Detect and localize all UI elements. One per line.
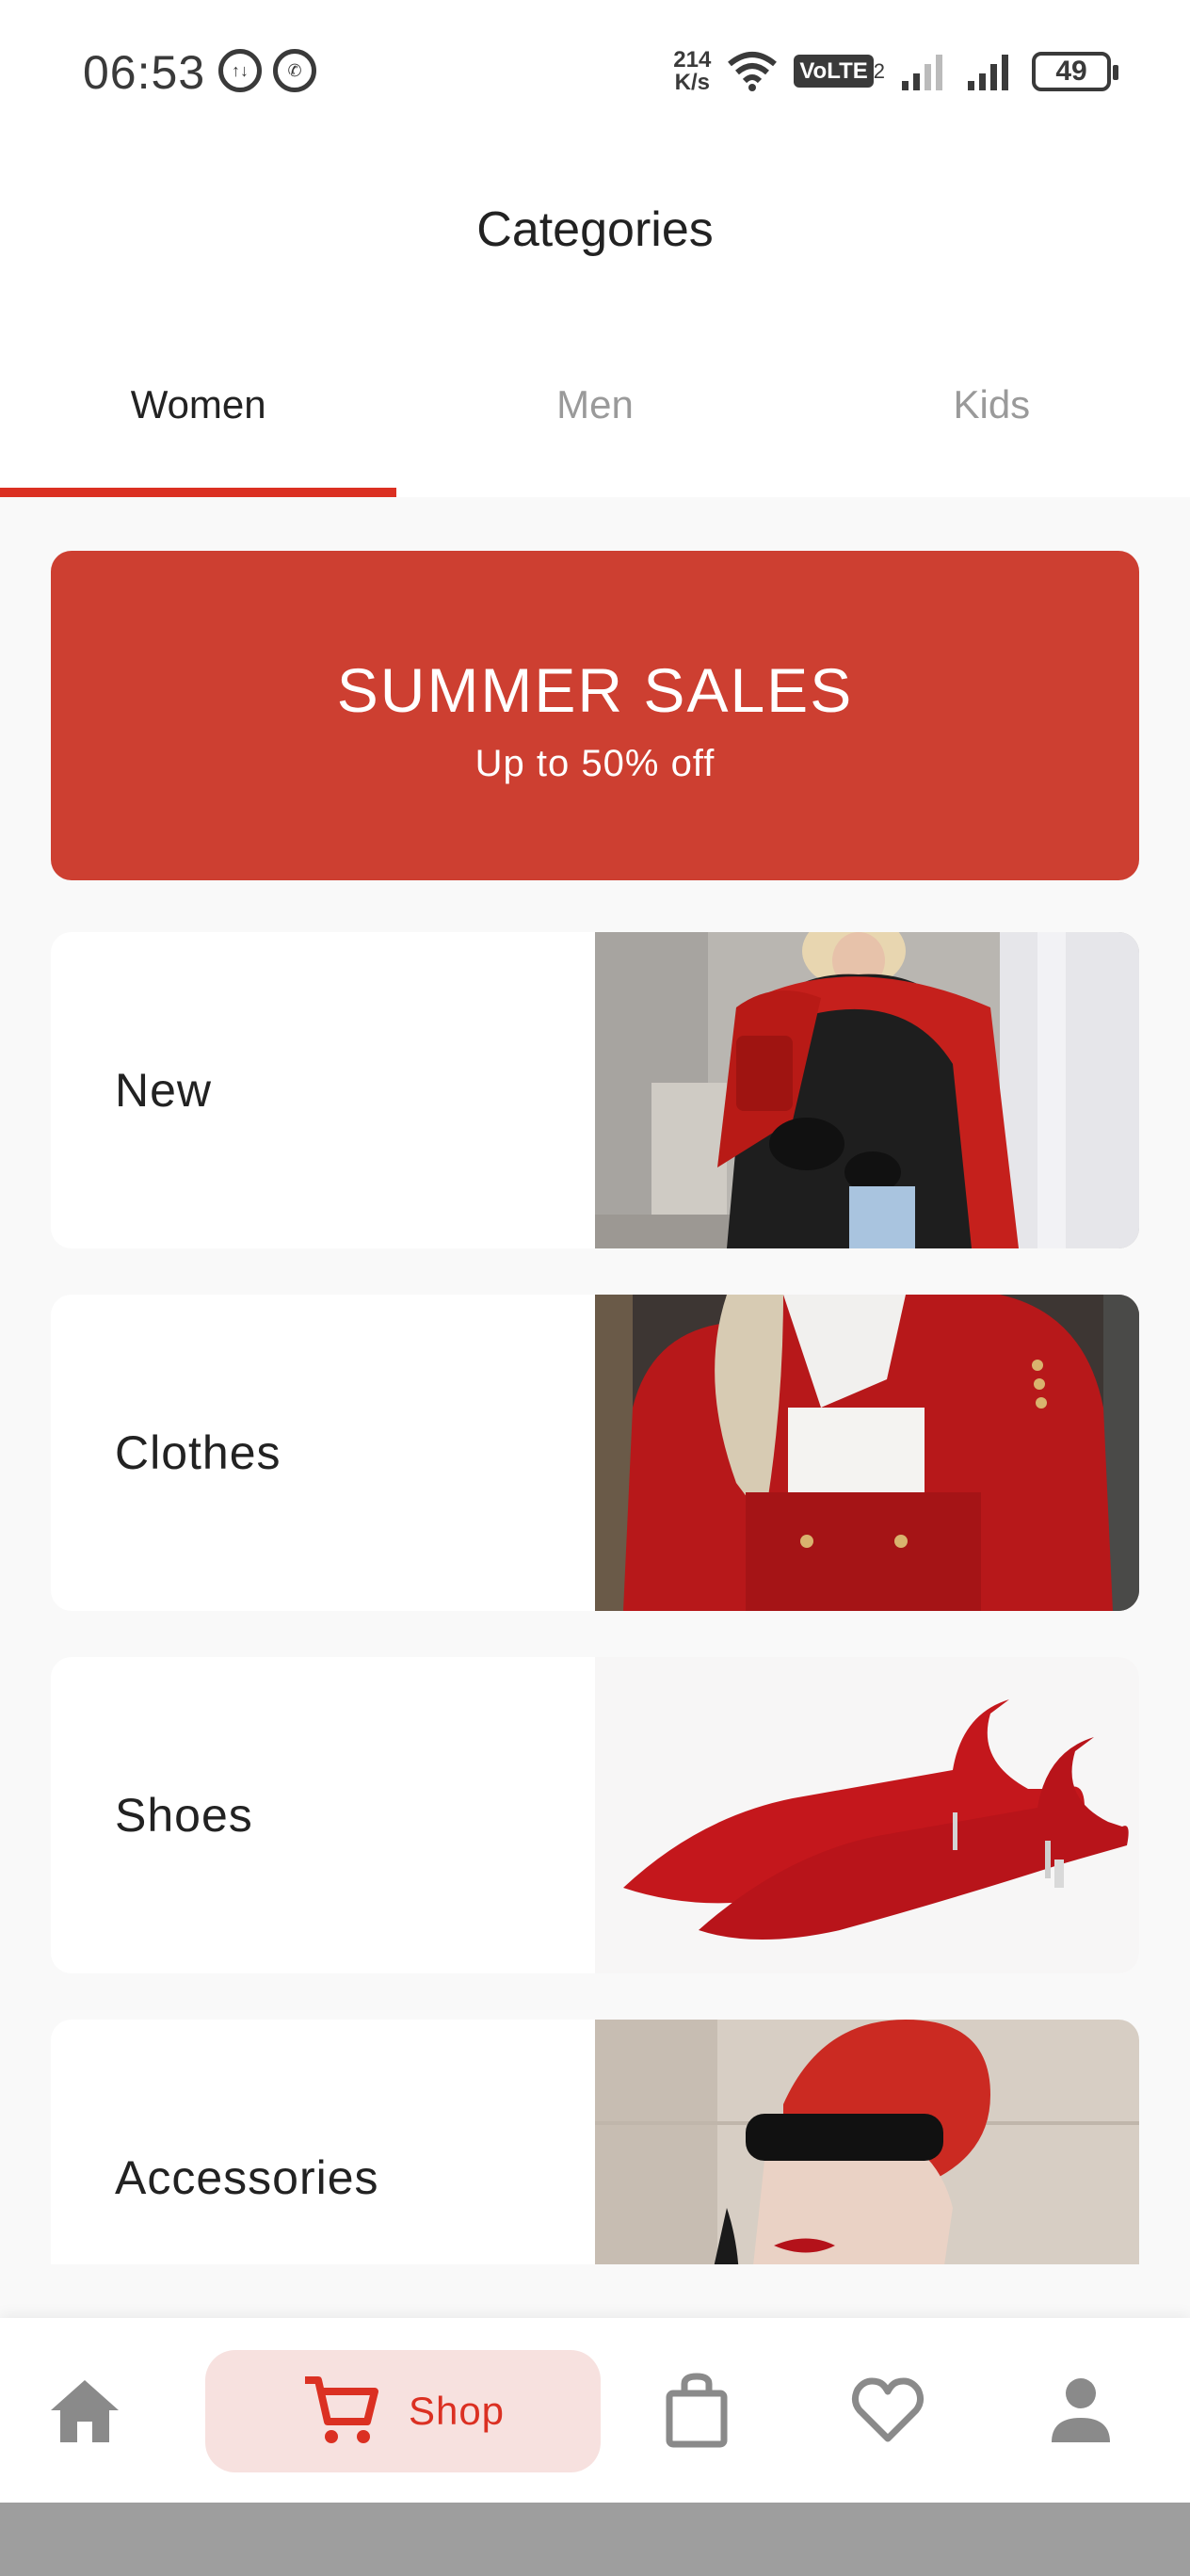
category-label: New — [115, 1064, 213, 1117]
category-image-accessories — [595, 2020, 1139, 2264]
nav-shop[interactable]: Shop — [205, 2350, 601, 2472]
nav-profile[interactable] — [1034, 2318, 1128, 2503]
category-image-clothes — [595, 1295, 1139, 1611]
category-card-clothes[interactable]: Clothes — [51, 1295, 1139, 1611]
cart-icon — [304, 2376, 378, 2443]
network-speed-value: 214 — [673, 47, 712, 72]
banner-subtitle: Up to 50% off — [474, 743, 716, 784]
nav-shop-label: Shop — [408, 2389, 506, 2433]
signal-sim2-icon — [968, 55, 1008, 90]
nav-favorites[interactable] — [841, 2318, 935, 2503]
category-card-shoes[interactable]: Shoes — [51, 1657, 1139, 1973]
tab-men-label: Men — [556, 382, 634, 427]
status-bar: 06:53 ↑↓ ✆ 214 K/s VoLTE 2 49 — [0, 0, 1190, 141]
status-notification-icons: ↑↓ ✆ — [218, 49, 316, 92]
tab-women[interactable]: Women — [0, 339, 397, 497]
bag-icon — [666, 2373, 728, 2448]
wifi-icon — [728, 52, 778, 91]
tab-women-label: Women — [130, 382, 266, 427]
signal-sim1-icon — [902, 55, 942, 90]
tab-kids[interactable]: Kids — [794, 339, 1190, 497]
nav-bag[interactable] — [650, 2318, 744, 2503]
data-saver-icon: ↑↓ — [218, 49, 262, 92]
sim-index: 2 — [873, 59, 885, 83]
system-navigation-bar — [0, 2503, 1190, 2576]
category-image-new — [595, 932, 1139, 1248]
bottom-navigation: Shop — [0, 2318, 1190, 2503]
category-image-shoes — [595, 1657, 1139, 1973]
battery-indicator: 49 — [1032, 52, 1118, 91]
tab-men[interactable]: Men — [396, 339, 793, 497]
volte-badge: VoLTE 2 — [794, 55, 885, 88]
nav-home[interactable] — [38, 2318, 132, 2503]
home-icon — [51, 2380, 119, 2442]
category-label: Shoes — [115, 1789, 253, 1842]
volte-label: VoLTE — [794, 55, 874, 88]
app-header: Categories — [0, 141, 1190, 339]
category-tabs: Women Men Kids — [0, 339, 1190, 497]
heart-icon — [851, 2377, 925, 2442]
category-card-new[interactable]: New — [51, 932, 1139, 1248]
active-tab-indicator — [0, 488, 397, 497]
summer-sales-banner[interactable]: SUMMER SALES Up to 50% off — [51, 551, 1139, 880]
tab-kids-label: Kids — [953, 382, 1031, 427]
category-list: New Clothes Shoes Accessories — [0, 904, 1190, 2264]
category-label: Accessories — [115, 2151, 379, 2204]
network-speed: 214 K/s — [673, 49, 711, 94]
category-card-accessories[interactable]: Accessories — [51, 2020, 1139, 2264]
profile-icon — [1052, 2378, 1110, 2442]
category-label: Clothes — [115, 1426, 281, 1479]
network-speed-unit: K/s — [674, 70, 710, 95]
banner-title: SUMMER SALES — [336, 655, 854, 725]
status-time: 06:53 — [83, 46, 206, 99]
page-title: Categories — [476, 202, 714, 257]
whatsapp-icon: ✆ — [273, 49, 316, 92]
status-system-icons: 214 K/s VoLTE 2 49 — [673, 49, 1118, 94]
